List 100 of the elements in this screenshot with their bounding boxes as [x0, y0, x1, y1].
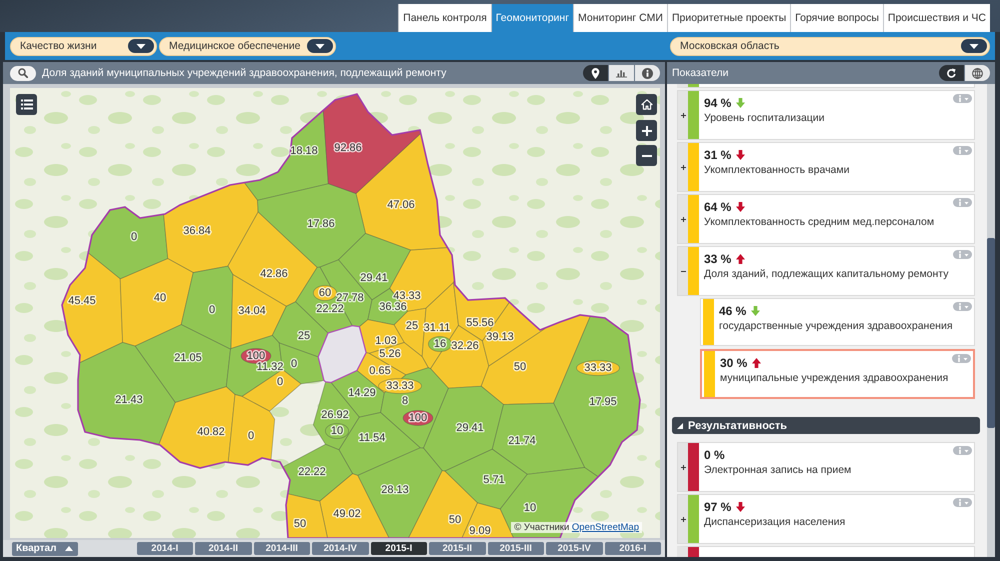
indicator-label: Диспансеризация населения	[704, 516, 846, 528]
region-dropdown[interactable]: Московская область	[670, 36, 990, 56]
indicator-label: муниципальные учреждения здравоохранения	[720, 372, 950, 384]
expand-toggle[interactable]	[678, 143, 688, 191]
home-button[interactable]	[636, 94, 657, 115]
chart-view-button[interactable]	[609, 65, 634, 81]
map-region[interactable]	[325, 423, 349, 439]
indicator-card[interactable]: 31 % Укомплектованность врачами	[677, 142, 975, 192]
quarter-tab[interactable]: 2014-IV	[312, 542, 368, 555]
scrollbar-thumb[interactable]	[987, 238, 995, 428]
indicator-card[interactable]: 33 % Доля зданий, подлежащих капитальному ремонту	[677, 246, 975, 296]
indicator-card[interactable]: 30 % муниципальные учреждения здравоохранения	[700, 349, 975, 399]
region-value-label: 14.29	[348, 387, 376, 399]
region-value-label: 0	[276, 376, 284, 388]
info-icon	[642, 68, 653, 78]
quarter-tab[interactable]: 2015-IV	[546, 542, 602, 555]
region-value-label: 34.04	[238, 305, 266, 317]
region-value-label: 25	[298, 330, 310, 342]
bar-chart-icon	[616, 68, 627, 78]
region-value-label: 5.26	[379, 348, 401, 360]
indicator-value: 30 %	[720, 356, 748, 370]
plus-icon	[680, 464, 686, 470]
region-value-label: 32.26	[451, 340, 479, 352]
map-region[interactable]	[576, 360, 620, 376]
quarter-tab[interactable]: 2015-III	[488, 542, 544, 555]
caret-icon	[961, 39, 987, 53]
info-icon	[956, 303, 968, 310]
quarter-tab[interactable]: 2014-I	[136, 542, 193, 555]
nav-tab[interactable]: Происшествия и ЧС	[882, 4, 990, 32]
indicator-value: 46 %	[719, 304, 746, 318]
nav-tab[interactable]: Геомониторинг	[490, 4, 574, 32]
indicator-card[interactable]: 0 % Электронная запись на прием	[677, 442, 975, 492]
region-value-label: 25	[406, 320, 418, 332]
indicator-value: 0 %	[704, 448, 725, 462]
region-value-label: 27.78	[336, 292, 364, 304]
map-region[interactable]	[461, 502, 514, 538]
nav-tab[interactable]: Мониторинг СМИ	[573, 4, 667, 32]
map-region[interactable]	[428, 336, 452, 352]
map-region[interactable]	[313, 285, 337, 301]
search-button[interactable]	[10, 66, 36, 80]
info-icon	[956, 147, 968, 154]
region-value-label: 0	[290, 358, 298, 370]
region-value-label: 36.36	[379, 301, 407, 313]
indicator-value: 94 %	[704, 96, 732, 110]
attribution-link[interactable]: OpenStreetMap	[572, 522, 639, 533]
quarter-tab[interactable]: 2016-I	[604, 542, 661, 555]
info-view-button[interactable]	[635, 65, 660, 81]
filter-dropdown[interactable]: Медицинское обеспечение	[159, 36, 336, 56]
map-region[interactable]	[402, 410, 434, 426]
quarter-tab[interactable]: 2015-I	[370, 542, 427, 555]
indicator-label: Уровень госпитализации	[704, 112, 826, 124]
indicator-card[interactable]: 46 % государственные учреждения здравоохранения	[700, 298, 975, 346]
map-view-button[interactable]	[583, 65, 608, 81]
quarter-tab[interactable]: 2015-II	[429, 542, 486, 555]
map-region[interactable]	[240, 348, 272, 364]
expand-toggle[interactable]	[678, 443, 688, 491]
region-value-label: 45.45	[68, 295, 96, 307]
indicator-card[interactable]: 97 % Диспансеризация населения	[677, 494, 975, 544]
map-region[interactable]	[286, 493, 328, 538]
region-value-label: 16	[434, 338, 446, 350]
region-value-label: 17.95	[589, 396, 617, 408]
quarter-tab[interactable]: 2014-II	[195, 542, 252, 555]
expand-toggle[interactable]	[678, 91, 688, 139]
quarter-tab[interactable]: 2014-III	[254, 542, 310, 555]
region-value-label: 17.86	[307, 218, 335, 230]
info-icon	[956, 355, 968, 362]
region-value-label: 50	[514, 361, 526, 373]
nav-tab[interactable]: Приоритетные проекты	[666, 4, 790, 32]
refresh-button[interactable]	[939, 65, 964, 81]
zoom-out-button[interactable]	[636, 145, 657, 166]
nav-tab[interactable]: Горячие вопросы	[790, 4, 883, 32]
region-value-label: 11.32	[256, 361, 284, 373]
period-dropdown[interactable]: Квартал	[12, 542, 78, 556]
map-region[interactable]	[378, 378, 422, 394]
zoom-in-button[interactable]	[636, 120, 657, 141]
region-value-label: 22.22	[316, 303, 344, 315]
region-value-label: 33.33	[386, 380, 414, 392]
section-header[interactable]: Результативность	[672, 417, 980, 434]
region-value-label: 10	[524, 502, 536, 514]
search-icon	[18, 68, 28, 78]
indicator-label: Укомплектованность средним мед.персоналом	[704, 216, 936, 228]
expand-toggle[interactable]	[678, 495, 688, 543]
filter-dropdown[interactable]: Качество жизни	[10, 36, 157, 56]
region-value-label: 29.41	[360, 272, 388, 284]
expand-toggle[interactable]	[678, 247, 688, 295]
region-value-label: 100	[408, 412, 428, 424]
legend-button[interactable]	[16, 94, 37, 115]
indicator-card[interactable]: 64 % Укомплектованность средним мед.персоналом	[677, 194, 975, 244]
region-value-label: 28.13	[381, 484, 409, 496]
region-value-label: 47.06	[387, 199, 415, 211]
home-icon	[640, 99, 652, 110]
region-value-label: 36.84	[183, 225, 211, 237]
region-value-label: 0	[130, 231, 138, 243]
info-icon	[956, 499, 968, 506]
indicator-card[interactable]: 94 % Уровень госпитализации	[677, 90, 975, 140]
region-value-label: 0.65	[369, 365, 391, 377]
nav-tab[interactable]: Панель контроля	[398, 4, 491, 32]
expand-toggle[interactable]	[678, 195, 688, 243]
globe-button[interactable]	[965, 65, 990, 81]
region-value-label: 29.41	[456, 422, 484, 434]
